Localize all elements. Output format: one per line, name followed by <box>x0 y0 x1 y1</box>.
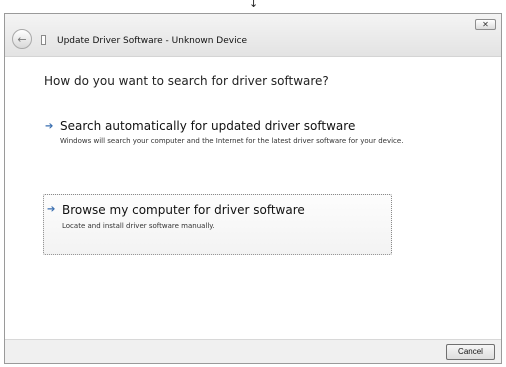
window-title: Update Driver Software - Unknown Device <box>57 36 248 46</box>
top-arrow-marker: ↓ <box>249 0 259 10</box>
question-heading: How do you want to search for driver sof… <box>44 74 329 88</box>
arrow-icon: ➔ <box>47 204 56 215</box>
arrow-icon: ➔ <box>45 121 54 132</box>
cancel-button[interactable]: Cancel <box>446 344 495 360</box>
browse-computer-option[interactable]: ➔ Browse my computer for driver software… <box>43 194 392 255</box>
dialog-titlebar: ← Update Driver Software - Unknown Devic… <box>5 14 501 57</box>
dialog-content: How do you want to search for driver sof… <box>5 57 501 340</box>
option-description: Windows will search your computer and th… <box>60 137 404 145</box>
option-description: Locate and install driver software manua… <box>62 222 215 230</box>
search-automatically-option[interactable]: ➔ Search automatically for updated drive… <box>42 115 412 163</box>
back-button[interactable]: ← <box>12 29 32 49</box>
back-arrow-icon: ← <box>17 32 27 46</box>
device-icon <box>41 35 46 45</box>
option-title: Browse my computer for driver software <box>62 203 305 217</box>
update-driver-dialog: ← Update Driver Software - Unknown Devic… <box>4 13 502 364</box>
close-icon: ✕ <box>482 20 489 29</box>
close-button[interactable]: ✕ <box>475 19 496 30</box>
option-title: Search automatically for updated driver … <box>60 119 356 133</box>
